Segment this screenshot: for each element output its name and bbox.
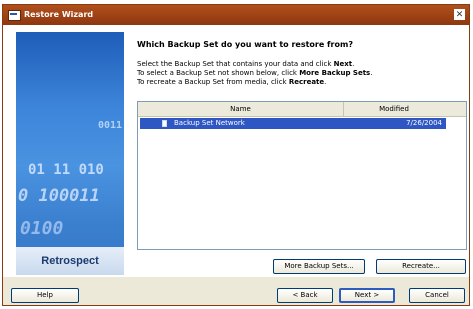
side-banner: 0011 01 11 010 0 100011 0100 Retrospect [16, 32, 124, 275]
page-heading: Which Backup Set do you want to restore … [137, 40, 353, 49]
backup-set-list[interactable]: Name Modified Backup Set Network 7/26/20… [137, 101, 467, 250]
help-button[interactable]: Help [11, 288, 79, 303]
window-title: Restore Wizard [24, 10, 94, 19]
column-header-name[interactable]: Name [138, 102, 344, 116]
window-icon [8, 10, 21, 21]
banner-digits: 0011 [98, 120, 123, 131]
column-header-modified[interactable]: Modified [344, 102, 444, 116]
banner-digits: 0100 [20, 218, 64, 239]
cancel-button[interactable]: Cancel [409, 288, 465, 303]
retrospect-logo: Retrospect [41, 255, 99, 267]
backup-set-name: Backup Set Network [174, 119, 245, 127]
list-item[interactable]: Backup Set Network 7/26/2004 [140, 118, 446, 129]
wizard-content: 0011 01 11 010 0 100011 0100 Retrospect … [3, 25, 469, 277]
close-button[interactable]: ✕ [454, 9, 465, 20]
restore-wizard-window: Restore Wizard ✕ 0011 01 11 010 0 100011… [2, 4, 470, 306]
title-bar[interactable]: Restore Wizard ✕ [3, 5, 469, 25]
banner-digits: 01 11 010 [28, 162, 104, 178]
instruction-line: To recreate a Backup Set from media, cli… [137, 78, 327, 86]
instruction-line: To select a Backup Set not shown below, … [137, 69, 373, 77]
backup-set-icon [162, 120, 167, 127]
banner-digits: 0 100011 [18, 186, 100, 206]
recreate-button[interactable]: Recreate... [376, 259, 466, 274]
next-button[interactable]: Next > [339, 288, 395, 303]
instruction-line: Select the Backup Set that contains your… [137, 60, 355, 68]
backup-set-modified: 7/26/2004 [406, 119, 442, 127]
back-button[interactable]: < Back [277, 288, 333, 303]
more-backup-sets-button[interactable]: More Backup Sets... [273, 259, 365, 274]
list-header: Name Modified [138, 102, 466, 117]
